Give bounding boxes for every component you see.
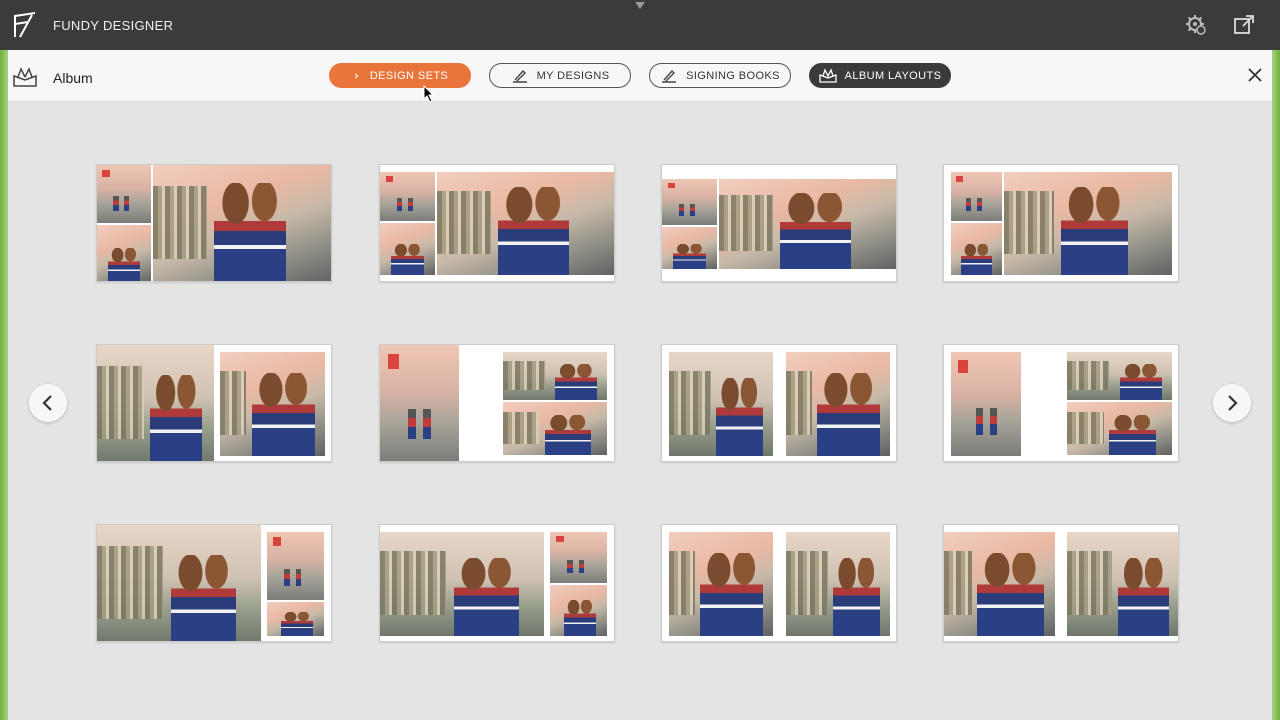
external-window-icon[interactable]: [1233, 14, 1255, 36]
prev-page-button[interactable]: [29, 384, 67, 422]
collapse-handle[interactable]: [635, 2, 645, 9]
layout-card[interactable]: [379, 344, 615, 462]
album-book-icon: [13, 67, 37, 87]
fundy-logo-icon: [14, 12, 36, 38]
album-book-icon: [819, 67, 837, 83]
top-bar: FUNDY DESIGNER: [0, 0, 1280, 50]
app-brand: FUNDY DESIGNER: [53, 18, 174, 33]
layout-card[interactable]: [96, 164, 332, 282]
settings-gear-icon[interactable]: [1185, 14, 1207, 36]
tab-label: ALBUM LAYOUTS: [844, 69, 942, 82]
tab-album-layouts[interactable]: ALBUM LAYOUTS: [809, 63, 951, 88]
layout-card[interactable]: [943, 164, 1179, 282]
tab-signing-books[interactable]: SIGNING BOOKS: [649, 63, 791, 88]
chevron-right-icon: [1228, 395, 1238, 411]
layout-card[interactable]: [661, 164, 897, 282]
close-icon[interactable]: [1246, 66, 1264, 84]
tab-label: DESIGN SETS: [369, 69, 449, 82]
right-edge: [1272, 50, 1280, 720]
layout-card[interactable]: [96, 344, 332, 462]
pen-icon: [662, 69, 677, 83]
tab-my-designs[interactable]: MY DESIGNS: [489, 63, 631, 88]
layout-card[interactable]: [661, 524, 897, 642]
layout-card[interactable]: [96, 524, 332, 642]
mouse-cursor-icon: [423, 85, 435, 103]
pen-icon: [512, 69, 527, 83]
tab-design-sets[interactable]: DESIGN SETS: [329, 63, 471, 88]
left-edge: [0, 50, 8, 720]
main-panel: Album DESIGN SETS MY DESIGNS SIGNING BOO…: [8, 50, 1272, 720]
tab-label: MY DESIGNS: [536, 69, 610, 82]
layout-card[interactable]: [943, 344, 1179, 462]
sub-header: Album DESIGN SETS MY DESIGNS SIGNING BOO…: [8, 50, 1272, 102]
chevron-left-icon: [42, 395, 52, 411]
page-title: Album: [53, 70, 93, 86]
layout-card[interactable]: [661, 344, 897, 462]
layout-card[interactable]: [379, 524, 615, 642]
next-page-button[interactable]: [1213, 384, 1251, 422]
layout-card[interactable]: [943, 524, 1179, 642]
layout-card[interactable]: [379, 164, 615, 282]
tab-label: SIGNING BOOKS: [686, 69, 780, 82]
chevron-right-small-icon: [354, 72, 359, 79]
